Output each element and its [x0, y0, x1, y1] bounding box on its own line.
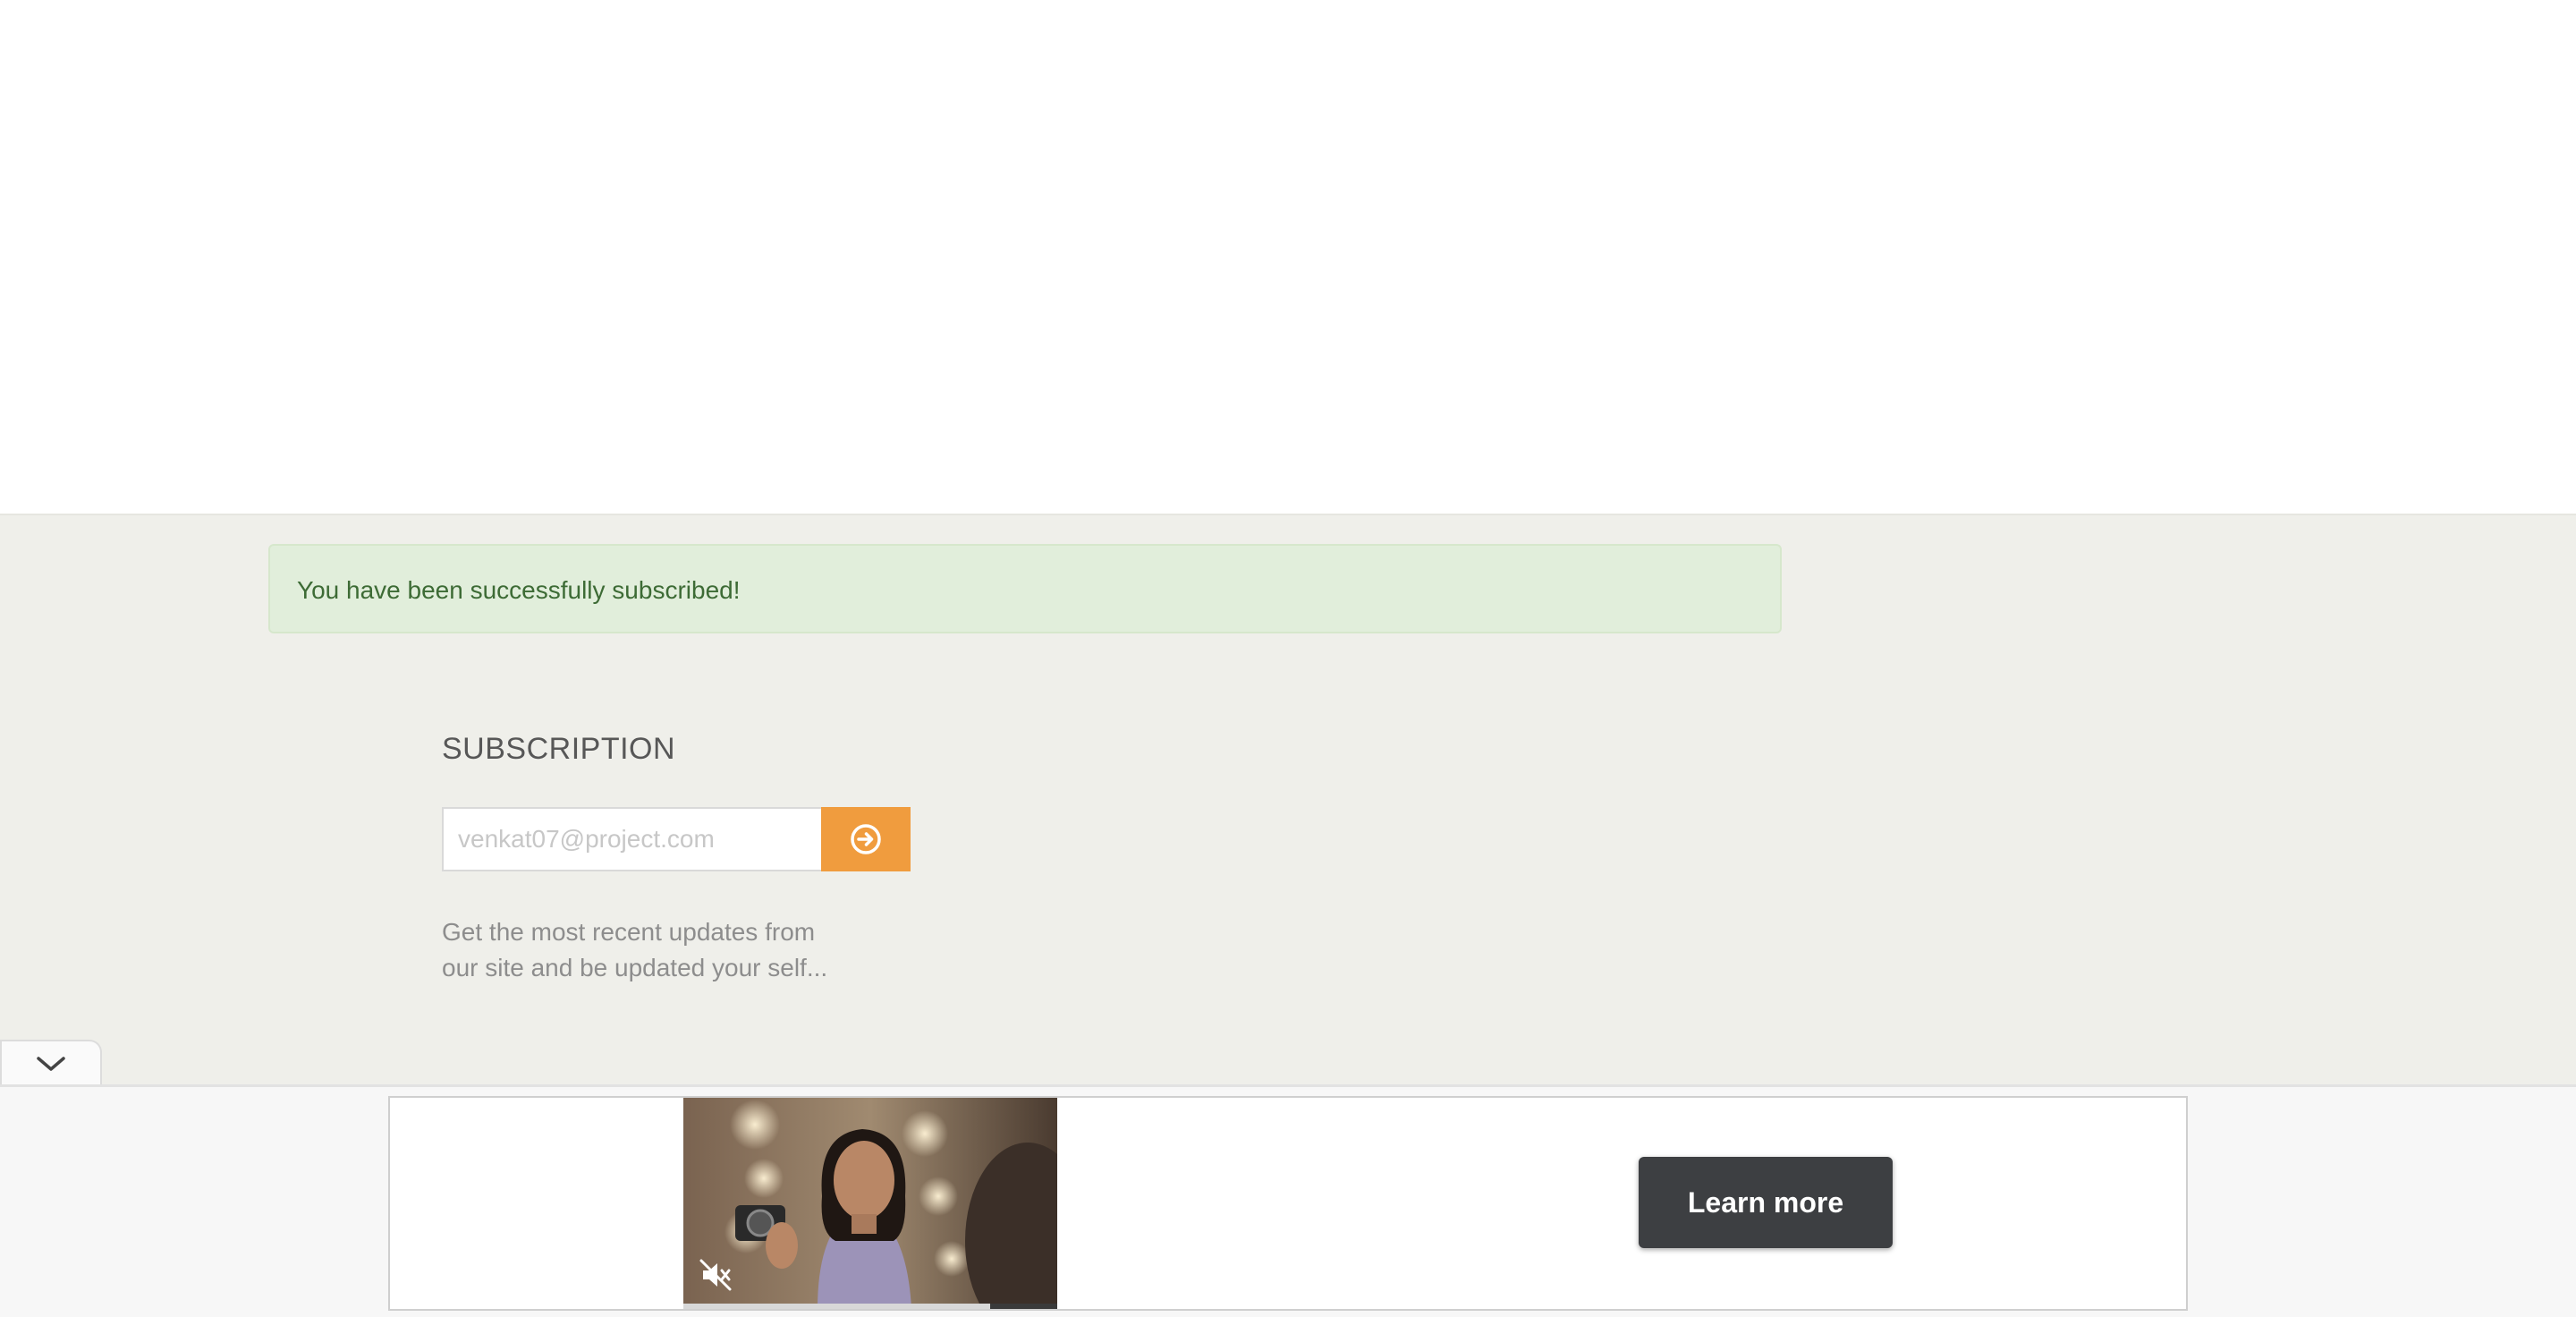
video-progress-bar[interactable] [683, 1304, 1057, 1309]
arrow-circle-right-icon [851, 824, 881, 854]
subscription-description-line-1: Get the most recent updates from [442, 918, 816, 946]
learn-more-button[interactable]: Learn more [1639, 1157, 1893, 1248]
subscription-description-line-2: our site and be updated your self... [442, 954, 828, 981]
subscription-description: Get the most recent updates from our sit… [442, 914, 871, 986]
chevron-down-icon [37, 1057, 65, 1071]
success-alert: You have been successfully subscribed! [268, 544, 1782, 633]
subscribe-submit-button[interactable] [821, 807, 911, 871]
speaker-muted-icon [699, 1259, 732, 1291]
subscription-section: You have been successfully subscribed! S… [0, 514, 2576, 1088]
video-frame-image [683, 1098, 1057, 1309]
ad-collapse-tab[interactable] [0, 1040, 102, 1086]
page-top-blank-area [0, 0, 2576, 514]
subscription-heading: SUBSCRIPTION [442, 732, 676, 766]
video-progress-fill [683, 1304, 990, 1309]
ad-frame: Learn more [388, 1096, 2188, 1311]
ad-video[interactable] [683, 1098, 1057, 1309]
success-alert-message: You have been successfully subscribed! [297, 576, 741, 604]
mute-button[interactable] [698, 1257, 733, 1293]
bottom-ad-bar: Learn more [0, 1084, 2576, 1317]
email-input[interactable] [442, 807, 821, 871]
